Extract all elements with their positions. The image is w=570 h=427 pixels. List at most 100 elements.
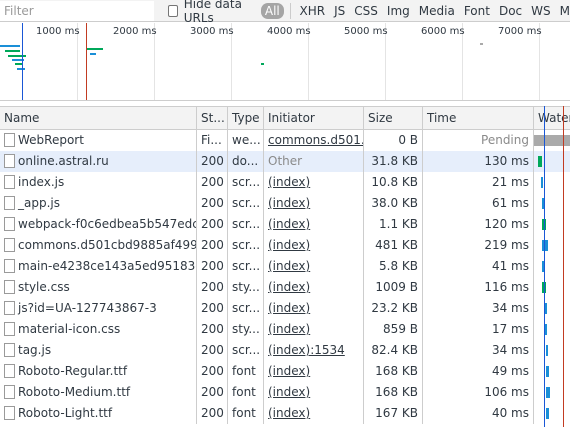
- request-row[interactable]: Roboto-Medium.ttf 200 font (index) 168 KB 106…: [0, 382, 570, 403]
- status-cell: 200: [197, 214, 228, 235]
- filter-input[interactable]: [0, 0, 154, 21]
- request-row[interactable]: tag.js 200 scr... (index):1534 82.4 KB 34 ms: [0, 340, 570, 361]
- overview-activity-bar: [261, 63, 264, 65]
- hide-data-urls-toggle[interactable]: Hide data URLs: [168, 0, 255, 25]
- time-cell: 49 ms: [423, 361, 534, 382]
- status-cell: 200: [197, 382, 228, 403]
- name-cell[interactable]: style.css: [0, 277, 197, 298]
- filter-type-doc[interactable]: Doc: [499, 4, 522, 18]
- filter-type-img[interactable]: Img: [387, 4, 410, 18]
- column-header-time[interactable]: Time: [423, 107, 534, 129]
- request-row[interactable]: style.css 200 sty... (index) 1009 B 116 ms: [0, 277, 570, 298]
- waterfall-bar: [545, 303, 547, 314]
- name-cell[interactable]: js?id=UA-127743867-3: [0, 298, 197, 319]
- filter-type-media[interactable]: Media: [419, 4, 455, 18]
- request-row[interactable]: index.js 200 scr... (index) 10.8 KB 21 ms: [0, 172, 570, 193]
- status-cell: 200: [197, 340, 228, 361]
- column-header-waterfall[interactable]: Water: [534, 107, 570, 129]
- initiator-cell[interactable]: (index): [264, 361, 364, 382]
- status-cell: 200: [197, 172, 228, 193]
- name-cell[interactable]: material-icon.css: [0, 319, 197, 340]
- hide-data-urls-checkbox[interactable]: [168, 4, 178, 17]
- waterfall-bar: [546, 408, 549, 419]
- time-cell: 34 ms: [423, 298, 534, 319]
- size-cell: 5.8 KB: [364, 256, 423, 277]
- type-cell: scr...: [228, 235, 264, 256]
- filter-type-xhr[interactable]: XHR: [300, 4, 326, 18]
- filter-type-all[interactable]: All: [260, 2, 284, 19]
- request-row[interactable]: material-icon.css 200 sty... (index) 859 B 17…: [0, 319, 570, 340]
- request-row[interactable]: Roboto-Light.ttf 200 font (index) 167 KB 40 m…: [0, 403, 570, 424]
- filter-type-css[interactable]: CSS: [354, 4, 378, 18]
- filter-type-ws[interactable]: WS: [531, 4, 550, 18]
- status-cell: 200: [197, 277, 228, 298]
- initiator-cell[interactable]: Other: [264, 151, 364, 172]
- column-header-status[interactable]: St...: [197, 107, 228, 129]
- type-cell: sty...: [228, 319, 264, 340]
- request-row[interactable]: Roboto-Regular.ttf 200 font (index) 168 KB 49…: [0, 361, 570, 382]
- waterfall-bar: [545, 324, 547, 335]
- request-row[interactable]: webpack-f0c6edbea5b547edc... 200 scr... (in…: [0, 214, 570, 235]
- size-cell: 1009 B: [364, 277, 423, 298]
- filter-toolbar: Hide data URLs All XHR JS CSS Img Media …: [0, 0, 570, 25]
- initiator-cell[interactable]: (index): [264, 235, 364, 256]
- initiator-cell[interactable]: commons.d501...: [264, 130, 364, 151]
- initiator-cell[interactable]: (index): [264, 256, 364, 277]
- size-cell: 168 KB: [364, 361, 423, 382]
- column-header-size[interactable]: Size: [364, 107, 423, 129]
- name-cell[interactable]: tag.js: [0, 340, 197, 361]
- file-icon: [4, 133, 15, 147]
- request-row[interactable]: main-e4238ce143a5ed95183e.js 200 scr... (in…: [0, 256, 570, 277]
- name-cell[interactable]: main-e4238ce143a5ed95183e.js: [0, 256, 197, 277]
- name-cell[interactable]: online.astral.ru: [0, 151, 197, 172]
- name-cell[interactable]: Roboto-Regular.ttf: [0, 361, 197, 382]
- overview-domcontentloaded-line: [22, 23, 23, 100]
- size-cell: 10.8 KB: [364, 172, 423, 193]
- overview-tick-label: 6000 ms: [421, 26, 465, 37]
- type-cell: scr...: [228, 340, 264, 361]
- request-row[interactable]: WebReport Fi... we... commons.d501... 0 B Pen…: [0, 130, 570, 151]
- overview-tick-label: 4000 ms: [267, 26, 311, 37]
- network-overview[interactable]: 1000 ms 2000 ms 3000 ms 4000 ms 5000 ms …: [0, 23, 570, 101]
- waterfall-bar: [534, 135, 570, 146]
- request-row[interactable]: online.astral.ru 200 do... Other 31.8 KB 130 …: [0, 151, 570, 172]
- name-cell[interactable]: index.js: [0, 172, 197, 193]
- time-cell: 41 ms: [423, 256, 534, 277]
- name-cell[interactable]: WebReport: [0, 130, 197, 151]
- request-row[interactable]: _app.js 200 scr... (index) 38.0 KB 61 ms: [0, 193, 570, 214]
- initiator-cell[interactable]: (index): [264, 214, 364, 235]
- time-cell: 17 ms: [423, 319, 534, 340]
- size-cell: 168 KB: [364, 382, 423, 403]
- request-row[interactable]: js?id=UA-127743867-3 200 scr... (index) 23.2…: [0, 298, 570, 319]
- status-cell: 200: [197, 298, 228, 319]
- status-cell: 200: [197, 193, 228, 214]
- name-cell[interactable]: commons.d501cbd9885af4991...: [0, 235, 197, 256]
- overview-activity-bar: [17, 68, 25, 70]
- initiator-cell[interactable]: (index): [264, 193, 364, 214]
- file-icon: [4, 175, 15, 189]
- initiator-cell[interactable]: (index): [264, 298, 364, 319]
- column-header-name[interactable]: Name: [0, 107, 197, 129]
- name-cell[interactable]: _app.js: [0, 193, 197, 214]
- overview-tick-label: 5000 ms: [344, 26, 388, 37]
- name-cell[interactable]: Roboto-Light.ttf: [0, 403, 197, 424]
- initiator-cell[interactable]: (index): [264, 382, 364, 403]
- initiator-cell[interactable]: (index): [264, 277, 364, 298]
- initiator-cell[interactable]: (index): [264, 172, 364, 193]
- type-cell: do...: [228, 151, 264, 172]
- initiator-cell[interactable]: (index): [264, 319, 364, 340]
- type-cell: we...: [228, 130, 264, 151]
- column-header-type[interactable]: Type: [228, 107, 264, 129]
- name-cell[interactable]: Roboto-Medium.ttf: [0, 382, 197, 403]
- size-cell: 481 KB: [364, 235, 423, 256]
- filter-type-font[interactable]: Font: [464, 4, 490, 18]
- type-cell: font: [228, 361, 264, 382]
- waterfall-bar: [538, 156, 542, 167]
- initiator-cell[interactable]: (index):1534: [264, 340, 364, 361]
- filter-type-manifest[interactable]: M: [560, 4, 570, 18]
- name-cell[interactable]: webpack-f0c6edbea5b547edc...: [0, 214, 197, 235]
- filter-type-js[interactable]: JS: [334, 4, 345, 18]
- initiator-cell[interactable]: (index): [264, 403, 364, 424]
- column-header-initiator[interactable]: Initiator: [264, 107, 364, 129]
- request-row[interactable]: commons.d501cbd9885af4991... 200 scr... (in…: [0, 235, 570, 256]
